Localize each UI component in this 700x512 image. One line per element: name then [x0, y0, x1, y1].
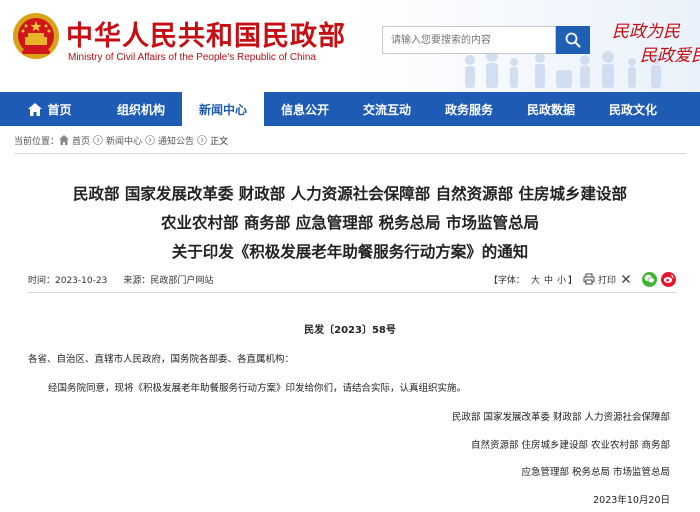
nav-item-info-disclosure[interactable]: 信息公开: [264, 92, 346, 126]
nav-item-civil-data[interactable]: 民政数据: [510, 92, 592, 126]
nav-item-label: 首页: [47, 102, 72, 117]
share-weibo-button[interactable]: [661, 271, 676, 287]
article-tools: 【字体： 大 中 小 】 打印: [488, 271, 676, 287]
weibo-icon: [663, 274, 674, 283]
font-size-small[interactable]: 小: [557, 273, 566, 286]
site-title-chinese: 中华人民共和国民政部: [66, 21, 346, 52]
font-size-large[interactable]: 大: [531, 273, 540, 286]
meta-divider: [28, 292, 676, 293]
home-icon: [28, 102, 43, 116]
print-button[interactable]: 打印: [583, 273, 616, 286]
print-label: 打印: [597, 275, 616, 286]
breadcrumb-prefix: 当前位置：: [14, 136, 60, 147]
article-meta: 时间：2023-10-23 来源：民政部门户网站 【字体： 大 中 小 】 打印: [28, 268, 676, 290]
national-emblem-icon: [13, 13, 59, 59]
site-header: 中华人民共和国民政部 Ministry of Civil Affairs of …: [0, 0, 700, 92]
home-icon: [59, 135, 70, 145]
font-size-label: 【字体：: [488, 275, 525, 286]
article-source: 来源：民政部门户网站: [123, 275, 214, 286]
article-title: 民政部 国家发展改革委 财政部 人力资源社会保障部 自然资源部 住房城乡建设部 …: [0, 180, 700, 267]
printer-icon: [583, 273, 595, 285]
chevron-right-icon: [93, 135, 103, 145]
slogan-line: 民政为民: [612, 22, 680, 42]
signing-date: 2023年10月20日: [593, 495, 670, 506]
close-icon: [622, 275, 630, 283]
nav-item-interaction[interactable]: 交流互动: [346, 92, 428, 126]
nav-item-civil-culture[interactable]: 民政文化: [592, 92, 674, 126]
share-wechat-button[interactable]: [642, 271, 657, 287]
wechat-icon: [644, 274, 655, 284]
breadcrumb-news-center[interactable]: 新闻中心: [106, 134, 142, 147]
article-title-line: 民政部 国家发展改革委 财政部 人力资源社会保障部 自然资源部 住房城乡建设部: [73, 185, 627, 203]
signatory-line: 自然资源部 住房城乡建设部 农业农村部 商务部: [470, 440, 670, 451]
site-title-english: Ministry of Civil Affairs of the People'…: [68, 52, 316, 63]
publish-time: 时间：2023-10-23: [28, 275, 108, 286]
breadcrumb: 当前位置： 首页 新闻中心 通知公告 正文: [14, 130, 228, 150]
font-size-medium[interactable]: 中: [544, 273, 553, 286]
slogan-line: 民政爱民: [640, 46, 700, 66]
close-button[interactable]: [620, 273, 632, 285]
breadcrumb-divider: [14, 153, 686, 154]
signatory-line: 应急管理部 税务总局 市场监管总局: [521, 467, 670, 478]
breadcrumb-notices[interactable]: 通知公告: [158, 134, 194, 147]
search-button[interactable]: [556, 26, 590, 54]
breadcrumb-current: 正文: [210, 136, 229, 147]
main-nav: 首页 组织机构 新闻中心 信息公开 交流互动 政务服务 民政数据 民政文化: [0, 92, 700, 126]
document-number: 民发〔2023〕58号: [304, 325, 396, 336]
chevron-right-icon: [197, 135, 207, 145]
nav-item-home[interactable]: 首页: [0, 92, 100, 126]
chevron-right-icon: [145, 135, 155, 145]
font-size-close-bracket: 】: [567, 275, 577, 286]
document-body-paragraph: 经国务院同意，现将《积极发展老年助餐服务行动方案》印发给你们，请结合实际，认真组…: [48, 383, 467, 394]
document-addressee: 各省、自治区、直辖市人民政府，国务院各部委、各直属机构：: [28, 354, 295, 365]
search-icon: [565, 32, 581, 48]
article-title-line: 农业农村部 商务部 应急管理部 税务总局 市场监管总局: [160, 214, 540, 232]
search-input[interactable]: [382, 26, 556, 54]
slogan-calligraphy: 民政为民 民政爱民: [612, 20, 700, 68]
nav-item-organization[interactable]: 组织机构: [100, 92, 182, 126]
article-title-line: 关于印发《积极发展老年助餐服务行动方案》的通知: [171, 243, 529, 261]
signatory-line: 民政部 国家发展改革委 财政部 人力资源社会保障部: [451, 412, 670, 423]
nav-item-gov-services[interactable]: 政务服务: [428, 92, 510, 126]
nav-item-news-center[interactable]: 新闻中心: [182, 92, 264, 126]
breadcrumb-home[interactable]: 首页: [72, 134, 90, 147]
